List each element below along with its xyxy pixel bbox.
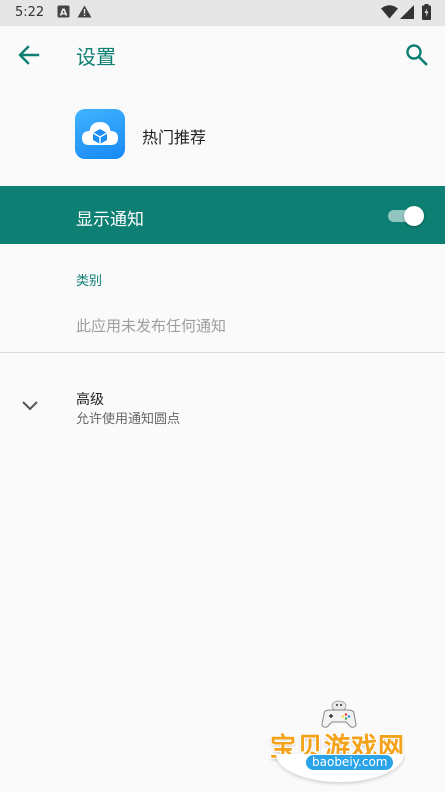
warning-icon: [77, 5, 92, 22]
no-notifications-text: 此应用未发布任何通知: [76, 317, 227, 335]
top-app-bar: 设置: [0, 26, 445, 84]
back-button[interactable]: [14, 41, 44, 69]
advanced-row[interactable]: 高级 允许使用通知圆点: [0, 370, 445, 442]
arrow-back-icon: [14, 45, 44, 73]
status-bar: 5:22 A: [0, 0, 445, 26]
status-time: 5:22: [15, 5, 45, 20]
cloud-box-app-icon: [75, 109, 125, 159]
advanced-subtitle: 允许使用通知圆点: [76, 412, 181, 427]
signal-icon: [400, 5, 414, 23]
gamepad-mascot-icon: [318, 700, 360, 730]
show-notifications-toggle[interactable]: [388, 206, 426, 226]
app-name: 热门推荐: [142, 128, 207, 147]
watermark-url: baobeiy.com: [306, 755, 394, 770]
search-icon: [403, 44, 431, 73]
show-notifications-label: 显示通知: [76, 210, 144, 230]
wifi-icon: [381, 5, 398, 23]
svg-text:A: A: [60, 8, 68, 19]
divider: [0, 352, 445, 353]
chevron-down-icon: [20, 398, 40, 414]
show-notifications-row[interactable]: 显示通知: [0, 186, 445, 244]
notification-settings-screen: 5:22 A 设置 热门推荐 显示通知 类别 此应用未发布任何通知 高级 允许使…: [0, 0, 445, 792]
battery-icon: [422, 4, 431, 24]
category-header: 类别: [76, 274, 103, 289]
search-button[interactable]: [403, 41, 431, 69]
a-notification-icon: A: [57, 5, 70, 22]
advanced-title: 高级: [76, 392, 104, 408]
page-title: 设置: [76, 45, 116, 69]
toggle-thumb: [404, 206, 424, 226]
